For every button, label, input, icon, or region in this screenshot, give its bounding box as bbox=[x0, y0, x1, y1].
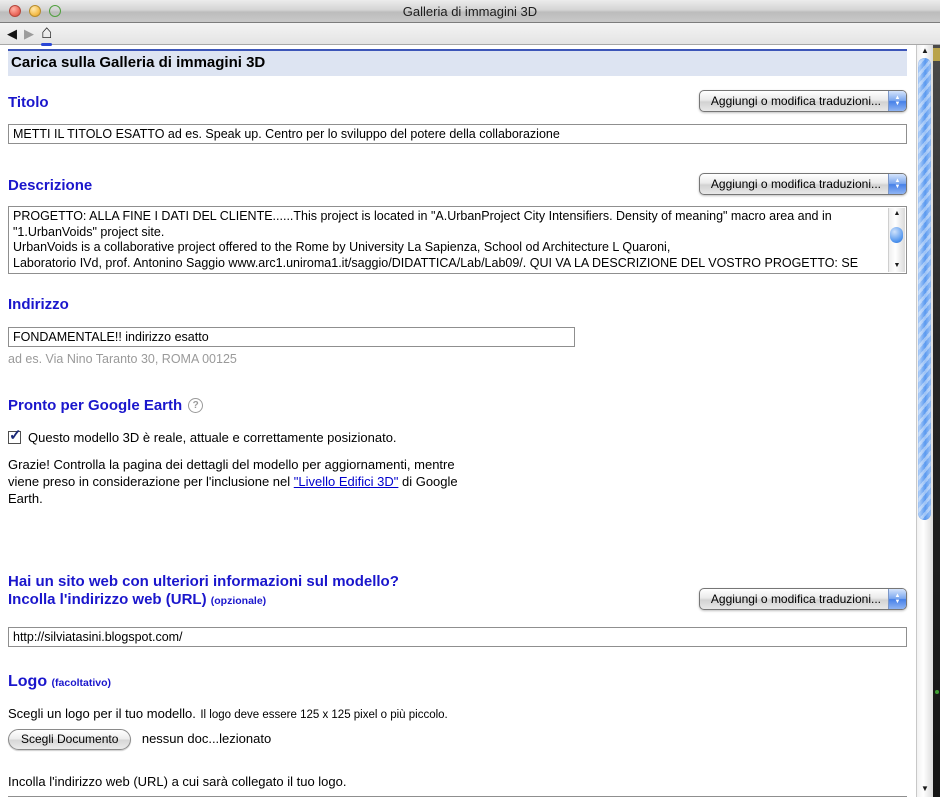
page-scrollbar[interactable]: ▲ ▼ bbox=[916, 44, 933, 797]
window-titlebar: Galleria di immagini 3D bbox=[0, 0, 940, 23]
address-heading: Indirizzo bbox=[8, 296, 907, 314]
address-hint: ad es. Via Nino Taranto 30, ROMA 00125 bbox=[8, 352, 907, 366]
upload-form-page: Carica sulla Galleria di immagini 3D Tit… bbox=[0, 44, 917, 797]
description-text: PROGETTO: ALLA FINE I DATI DEL CLIENTE..… bbox=[10, 208, 888, 272]
scroll-down-icon[interactable]: ▼ bbox=[917, 782, 933, 796]
dropdown-stepper-icon: ▲▼ bbox=[888, 174, 906, 194]
choose-file-button[interactable]: Scegli Documento bbox=[8, 729, 131, 750]
textarea-scroll-thumb[interactable] bbox=[890, 227, 903, 243]
checkbox-label: Questo modello 3D è reale, attuale e cor… bbox=[28, 430, 397, 445]
description-textarea[interactable]: PROGETTO: ALLA FINE I DATI DEL CLIENTE..… bbox=[8, 206, 907, 274]
file-status-text: nessun doc...lezionato bbox=[142, 731, 271, 746]
close-button[interactable] bbox=[9, 5, 21, 17]
page-scroll-thumb[interactable] bbox=[918, 58, 931, 520]
scroll-down-icon[interactable]: ▼ bbox=[889, 260, 905, 272]
checkmark-icon: ✓ bbox=[9, 427, 22, 444]
logo-choose-label: Scegli un logo per il tuo modello. bbox=[8, 706, 196, 721]
desktop-artifact bbox=[933, 48, 940, 61]
title-input[interactable] bbox=[8, 124, 907, 144]
logo-optional-label: (facoltativo) bbox=[52, 677, 112, 689]
page-title: Carica sulla Galleria di immagini 3D bbox=[8, 49, 907, 76]
website-url-input[interactable] bbox=[8, 627, 907, 647]
translations-dropdown-title[interactable]: Aggiungi o modifica traduzioni... ▲▼ bbox=[699, 90, 907, 112]
real-model-checkbox[interactable]: ✓ bbox=[8, 431, 21, 444]
google-earth-thanks-text: Grazie! Controlla la pagina dei dettagli… bbox=[8, 456, 478, 507]
logo-size-hint: Il logo deve essere 125 x 125 pixel o pi… bbox=[200, 709, 447, 721]
desktop-background-strip bbox=[933, 44, 940, 797]
website-heading-line1: Hai un sito web con ulteriori informazio… bbox=[8, 573, 399, 591]
help-icon[interactable]: ? bbox=[188, 398, 203, 413]
translations-dropdown-description[interactable]: Aggiungi o modifica traduzioni... ▲▼ bbox=[699, 173, 907, 195]
google-earth-heading: Pronto per Google Earth bbox=[8, 397, 182, 414]
optional-label: (opzionale) bbox=[211, 595, 266, 607]
description-heading: Descrizione bbox=[8, 177, 92, 195]
bookmark-indicator bbox=[41, 43, 52, 46]
textarea-scrollbar[interactable]: ▲ ▼ bbox=[888, 208, 905, 272]
translations-dropdown-label: Aggiungi o modifica traduzioni... bbox=[700, 91, 888, 111]
scroll-up-icon[interactable]: ▲ bbox=[889, 208, 905, 220]
window-title: Galleria di immagini 3D bbox=[403, 4, 537, 19]
minimize-button[interactable] bbox=[29, 5, 41, 17]
address-input[interactable] bbox=[8, 327, 575, 347]
translations-dropdown-label: Aggiungi o modifica traduzioni... bbox=[700, 589, 888, 609]
dropdown-stepper-icon: ▲▼ bbox=[888, 589, 906, 609]
dropdown-stepper-icon: ▲▼ bbox=[888, 91, 906, 111]
forward-icon[interactable]: ▶ bbox=[24, 27, 34, 40]
title-heading: Titolo bbox=[8, 94, 49, 112]
browser-toolbar: ◀ ▶ ⌂ bbox=[0, 23, 940, 45]
translations-dropdown-website[interactable]: Aggiungi o modifica traduzioni... ▲▼ bbox=[699, 588, 907, 610]
browser-content: Carica sulla Galleria di immagini 3D Tit… bbox=[0, 44, 940, 797]
home-icon[interactable]: ⌂ bbox=[41, 23, 52, 42]
website-heading-line2: Incolla l'indirizzo web (URL) (opzionale… bbox=[8, 591, 399, 610]
logo-url-label: Incolla l'indirizzo web (URL) a cui sarà… bbox=[8, 773, 907, 790]
back-icon[interactable]: ◀ bbox=[7, 27, 17, 40]
buildings-layer-link[interactable]: "Livello Edifici 3D" bbox=[294, 474, 399, 489]
zoom-button[interactable] bbox=[49, 5, 61, 17]
translations-dropdown-label: Aggiungi o modifica traduzioni... bbox=[700, 174, 888, 194]
desktop-artifact-dot bbox=[935, 690, 939, 694]
logo-heading: Logo bbox=[8, 673, 47, 690]
window-controls bbox=[9, 5, 61, 17]
scroll-up-icon[interactable]: ▲ bbox=[917, 44, 933, 58]
